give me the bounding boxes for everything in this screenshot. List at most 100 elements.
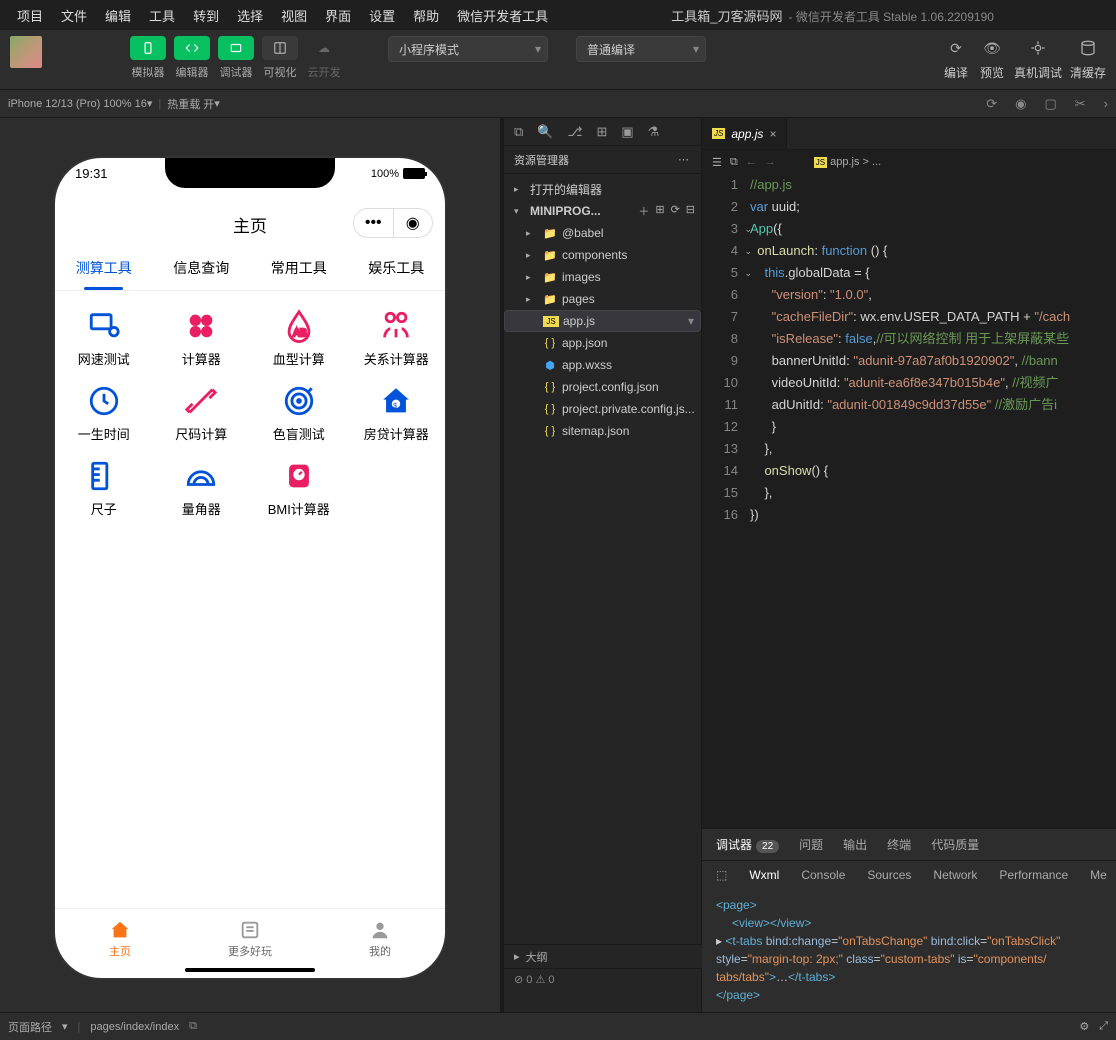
collapse-icon[interactable]: ⊟ — [686, 203, 695, 219]
tabbar-home[interactable]: 主页 — [55, 909, 185, 968]
devtool-wxml[interactable]: Wxml — [749, 868, 779, 882]
grid-calculator[interactable]: 计算器 — [153, 301, 251, 376]
avatar[interactable] — [10, 36, 42, 68]
newfile-icon[interactable]: ＋ — [638, 203, 649, 219]
folder-images[interactable]: ▸📁images — [504, 266, 701, 288]
refresh-tree-icon[interactable]: ⟳ — [671, 203, 680, 219]
file-app-wxss[interactable]: ⬢app.wxss — [504, 354, 701, 376]
menu-wxdev[interactable]: 微信开发者工具 — [448, 6, 557, 25]
list-icon[interactable]: ☰ — [712, 156, 722, 169]
dbgtab-problems[interactable]: 问题 — [799, 836, 823, 853]
grid-blood[interactable]: AB血型计算 — [250, 301, 348, 376]
dbgtab-quality[interactable]: 代码质量 — [931, 836, 979, 853]
folder-babel[interactable]: ▸📁@babel — [504, 222, 701, 244]
clearcache-button[interactable] — [1074, 36, 1102, 60]
menu-file[interactable]: 文件 — [52, 6, 96, 25]
grid-mortgage[interactable]: $房贷计算器 — [348, 376, 446, 451]
devtool-console[interactable]: Console — [801, 868, 845, 882]
tab-calc[interactable]: 测算工具 — [55, 246, 153, 290]
copy-icon[interactable]: ⧉ — [189, 1020, 197, 1033]
fwd-arrow-icon[interactable]: → — [765, 156, 776, 168]
menu-project[interactable]: 项目 — [8, 6, 52, 25]
opened-editors[interactable]: ▸打开的编辑器 — [504, 178, 701, 200]
dbgtab-debugger[interactable]: 调试器22 — [716, 836, 779, 853]
grid-colorblind[interactable]: 色盲测试 — [250, 376, 348, 451]
flask-icon[interactable]: ⚗ — [648, 124, 660, 140]
outline-section[interactable]: ▸大纲 — [504, 944, 702, 968]
wxml-panel[interactable]: <page> <view></view> ▸ <t-tabs bind:chan… — [702, 888, 1116, 1012]
grid-bmi[interactable]: BMI计算器 — [250, 451, 348, 526]
grid-speed[interactable]: 网速测试 — [55, 301, 153, 376]
visual-button[interactable] — [262, 36, 298, 60]
file-app-js[interactable]: JSapp.js — [504, 310, 701, 332]
hotreload-toggle[interactable]: 热重载 开 — [167, 96, 214, 112]
menu-select[interactable]: 选择 — [228, 6, 272, 25]
tab-app-js[interactable]: JS app.js × — [702, 118, 787, 149]
folder-pages[interactable]: ▸📁pages — [504, 288, 701, 310]
refresh-icon[interactable]: ⟳ — [986, 96, 997, 112]
rotate-icon[interactable]: ▢ — [1044, 96, 1056, 112]
file-project-private[interactable]: { }project.private.config.js... — [504, 398, 701, 420]
cloud-button[interactable]: ☁ — [306, 36, 342, 60]
tab-common[interactable]: 常用工具 — [250, 246, 348, 290]
menu-help[interactable]: 帮助 — [404, 6, 448, 25]
file-app-json[interactable]: { }app.json — [504, 332, 701, 354]
more-icon[interactable]: ⋯ — [678, 153, 691, 166]
back-arrow-icon[interactable]: ← — [746, 156, 757, 168]
project-root[interactable]: ▾MINIPROG...＋⊞⟳⊟ — [504, 200, 701, 222]
editor-button[interactable] — [174, 36, 210, 60]
capsule-close-icon[interactable]: ◉ — [394, 209, 433, 237]
realdebug-button[interactable] — [1024, 36, 1052, 60]
tabbar-mine[interactable]: 我的 — [315, 909, 445, 968]
box-icon[interactable]: ▣ — [621, 124, 633, 140]
error-bar[interactable]: ⊘ 0 ⚠ 0 — [504, 968, 702, 990]
compile-button[interactable]: ⟳ — [942, 36, 970, 60]
code-area[interactable]: 123⌄4⌄5⌄678910111213141516 //app.js var … — [702, 174, 1116, 526]
mode-select[interactable]: 小程序模式 — [388, 36, 548, 62]
gear-icon[interactable]: ⚙ — [1079, 1020, 1089, 1033]
search-icon[interactable]: 🔍 — [537, 124, 553, 140]
grid-lifetime[interactable]: 一生时间 — [55, 376, 153, 451]
folder-components[interactable]: ▸📁components — [504, 244, 701, 266]
capsule-menu-icon[interactable]: ••• — [354, 209, 394, 237]
devtool-performance[interactable]: Performance — [999, 868, 1068, 882]
tab-fun[interactable]: 娱乐工具 — [348, 246, 446, 290]
menu-goto[interactable]: 转到 — [184, 6, 228, 25]
grid-ruler[interactable]: 尺子 — [55, 451, 153, 526]
cut-icon[interactable]: ✂ — [1075, 96, 1086, 112]
capsule[interactable]: ••• ◉ — [353, 208, 433, 238]
record-icon[interactable]: ◉ — [1015, 96, 1026, 112]
dbgtab-output[interactable]: 输出 — [843, 836, 867, 853]
devtool-network[interactable]: Network — [933, 868, 977, 882]
device-select[interactable]: iPhone 12/13 (Pro) 100% 16 — [8, 98, 147, 110]
preview-button[interactable]: 👁 — [978, 36, 1006, 60]
grid-relation[interactable]: 关系计算器 — [348, 301, 446, 376]
tab-info[interactable]: 信息查询 — [153, 246, 251, 290]
simulator-button[interactable] — [130, 36, 166, 60]
pagepath-value[interactable]: pages/index/index — [90, 1021, 179, 1033]
tabbar-more[interactable]: 更多好玩 — [185, 909, 315, 968]
close-tab-icon[interactable]: × — [769, 127, 776, 141]
file-project-config[interactable]: { }project.config.json — [504, 376, 701, 398]
expand-icon[interactable]: ⤢ — [1099, 1020, 1108, 1033]
menu-tool[interactable]: 工具 — [140, 6, 184, 25]
chevron-icon[interactable]: › — [1104, 96, 1108, 112]
dbgtab-terminal[interactable]: 终端 — [887, 836, 911, 853]
ext-icon[interactable]: ⊞ — [596, 124, 607, 140]
grid-protractor[interactable]: 量角器 — [153, 451, 251, 526]
inspect-icon[interactable]: ⬚ — [716, 868, 727, 882]
devtool-sources[interactable]: Sources — [867, 868, 911, 882]
menu-view[interactable]: 视图 — [272, 6, 316, 25]
file-sitemap[interactable]: { }sitemap.json — [504, 420, 701, 442]
bookmark-icon[interactable]: ⧉ — [730, 156, 738, 169]
grid-size[interactable]: 尺码计算 — [153, 376, 251, 451]
menu-settings[interactable]: 设置 — [360, 6, 404, 25]
menu-edit[interactable]: 编辑 — [96, 6, 140, 25]
devtool-memory[interactable]: Me — [1090, 868, 1107, 882]
copy-icon[interactable]: ⧉ — [514, 124, 523, 140]
newfolder-icon[interactable]: ⊞ — [655, 203, 664, 219]
branch-icon[interactable]: ⎇ — [567, 124, 582, 140]
debugger-button[interactable] — [218, 36, 254, 60]
compile-select[interactable]: 普通编译 — [576, 36, 706, 62]
menu-ui[interactable]: 界面 — [316, 6, 360, 25]
